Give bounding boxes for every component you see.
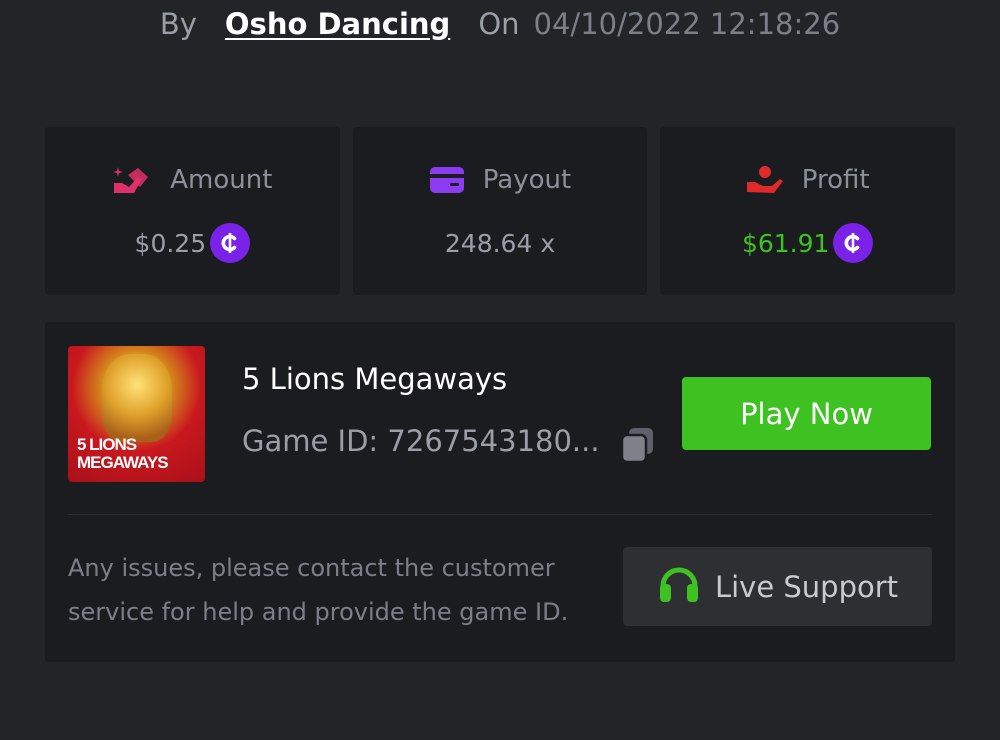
copy-icon[interactable]	[619, 426, 657, 464]
hand-coin-icon	[112, 165, 152, 195]
game-title: 5 Lions Megaways	[242, 362, 508, 396]
coin-icon	[833, 223, 874, 263]
payout-stat: Payout 248.64 x	[352, 127, 648, 295]
payout-value: 248.64 x	[444, 228, 556, 258]
lion-statue-image	[102, 354, 172, 442]
hand-heart-icon	[746, 165, 784, 195]
bet-datetime: 04/10/2022 12:18:26	[533, 7, 841, 41]
game-card: 5 LIONS MEGAWAYS 5 Lions Megaways Game I…	[45, 322, 955, 662]
support-help-text: Any issues, please contact the customer …	[68, 554, 569, 626]
game-thumbnail[interactable]: 5 LIONS MEGAWAYS	[68, 346, 205, 482]
payout-label: Payout	[482, 165, 572, 195]
bet-stats: Amount $0.25 Payout 248.64 x Profit $61.…	[45, 127, 956, 295]
card-icon	[429, 166, 465, 194]
play-now-button[interactable]: Play Now	[682, 377, 931, 450]
amount-stat: Amount $0.25	[45, 127, 340, 295]
profit-value: $61.91	[741, 228, 830, 258]
live-support-button[interactable]: Live Support	[623, 547, 932, 626]
coin-icon	[210, 223, 251, 263]
author-link[interactable]: Osho Dancing	[225, 7, 450, 41]
bet-byline: By Osho Dancing On 04/10/2022 12:18:26	[0, 0, 1000, 48]
live-support-label: Live Support	[714, 569, 899, 604]
on-label: On	[478, 7, 520, 41]
profit-label: Profit	[801, 165, 870, 195]
profit-stat: Profit $61.91	[660, 127, 956, 295]
game-id: Game ID: 7267543180...	[242, 424, 600, 458]
divider	[68, 514, 932, 515]
amount-label: Amount	[170, 165, 273, 195]
game-logo-text: 5 LIONS MEGAWAYS	[77, 435, 169, 472]
amount-value: $0.25	[134, 228, 207, 258]
by-label: By	[159, 7, 197, 41]
headset-icon	[657, 562, 701, 611]
